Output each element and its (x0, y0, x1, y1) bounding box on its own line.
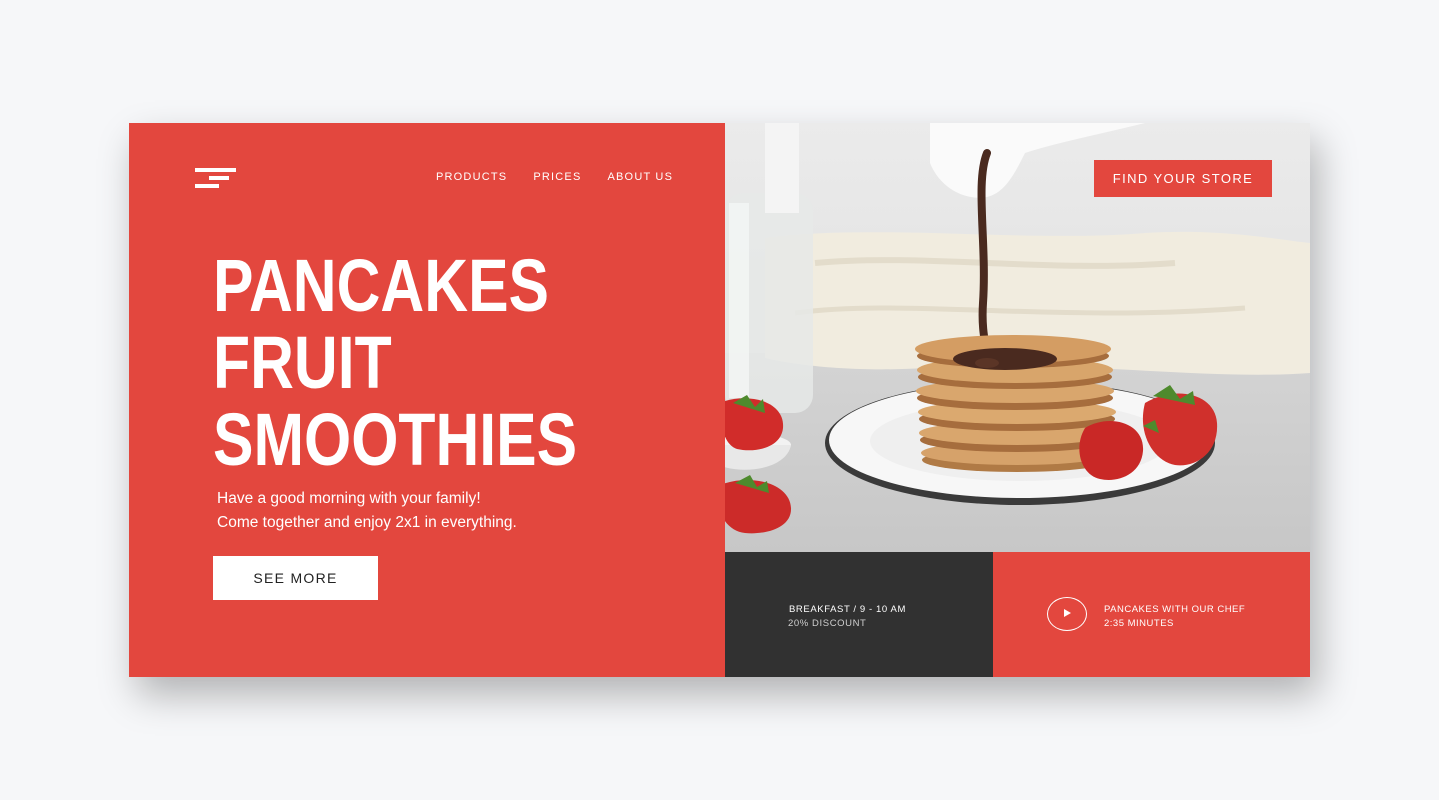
video-title: PANCAKES WITH OUR CHEF (1104, 604, 1246, 615)
nav-about-us[interactable]: ABOUT US (607, 171, 673, 183)
nav-prices[interactable]: PRICES (533, 171, 581, 183)
main-nav: PRODUCTS PRICES ABOUT US (436, 171, 673, 183)
headline-line-2: FRUIT (213, 321, 392, 404)
hero-headline: PANCAKES FRUIT SMOOTHIES (213, 247, 577, 478)
find-your-store-button[interactable]: FIND YOUR STORE (1094, 160, 1272, 197)
breakfast-info-panel: BREAKFAST / 9 - 10 AM 20% DISCOUNT (725, 552, 993, 677)
headline-line-1: PANCAKES (213, 244, 550, 327)
hero-left-panel: PRODUCTS PRICES ABOUT US PANCAKES FRUIT … (129, 123, 725, 677)
menu-bars-logo-icon[interactable] (195, 168, 237, 190)
hero-banner: PRODUCTS PRICES ABOUT US PANCAKES FRUIT … (129, 123, 1310, 677)
chef-video-panel: PANCAKES WITH OUR CHEF 2:35 MINUTES (993, 552, 1310, 677)
hero-subtitle: Have a good morning with your family! Co… (217, 487, 517, 535)
video-duration: 2:35 MINUTES (1104, 618, 1174, 629)
subtitle-line-2: Come together and enjoy 2x1 in everythin… (217, 514, 517, 531)
play-icon[interactable] (1047, 597, 1087, 631)
subtitle-line-1: Have a good morning with your family! (217, 490, 481, 507)
pancakes-photo: FIND YOUR STORE (725, 123, 1310, 552)
headline-line-3: SMOOTHIES (213, 398, 578, 481)
see-more-button[interactable]: SEE MORE (213, 556, 378, 600)
nav-products[interactable]: PRODUCTS (436, 171, 507, 183)
breakfast-time: BREAKFAST / 9 - 10 AM (789, 604, 906, 615)
breakfast-discount: 20% DISCOUNT (788, 618, 867, 629)
